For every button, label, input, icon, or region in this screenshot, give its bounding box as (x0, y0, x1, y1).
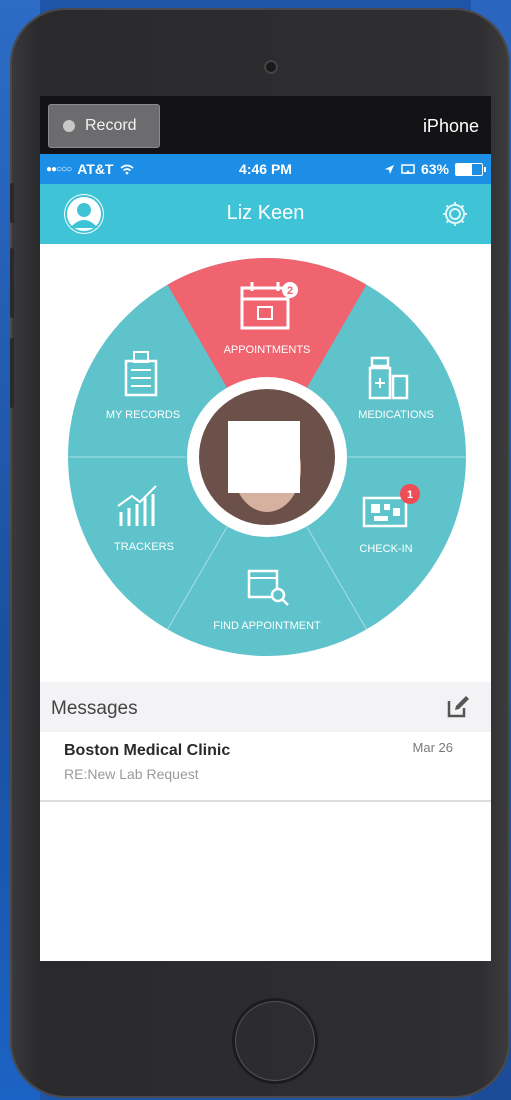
user-name: Liz Keen (226, 202, 305, 224)
app-header: Liz Keen (40, 184, 491, 244)
record-label: Record (85, 117, 137, 134)
my-records-label: MY RECORDS (106, 409, 180, 421)
appointments-badge-count: 2 (287, 285, 293, 297)
trackers-label: TRACKERS (114, 541, 174, 553)
device-name: iPhone (422, 116, 479, 136)
feature-wheel: 2 APPOINTMENTS MEDICATIONS 1 CHECK-IN FI… (68, 258, 466, 656)
message-sender: Boston Medical Clinic (64, 742, 231, 759)
front-camera (264, 60, 278, 74)
message-date: Mar 26 (412, 740, 453, 755)
settings-gear-icon[interactable] (441, 200, 469, 228)
message-preview: RE:New Lab Request (64, 766, 199, 782)
messages-header: Messages (40, 682, 491, 732)
messages-title: Messages (51, 698, 138, 719)
volume-down-button (10, 338, 14, 408)
battery-level (456, 163, 473, 175)
check-in-label: CHECK-IN (359, 543, 412, 555)
find-appointment-label: FIND APPOINTMENT (213, 620, 321, 632)
recorder-toolbar: Record iPhone (40, 96, 491, 154)
screen-mirroring-icon (401, 163, 415, 174)
home-button[interactable] (232, 998, 318, 1084)
check-in-badge-count: 1 (407, 489, 413, 501)
record-button[interactable]: Record (48, 104, 160, 148)
face-redaction-box (228, 421, 300, 493)
app-screen: ●●○○○ AT&T 4:46 PM 63% Liz Keen 2 APPOIN… (40, 154, 491, 961)
battery-percent: 63% (420, 161, 449, 177)
compose-icon[interactable] (445, 694, 471, 720)
status-bar: ●●○○○ AT&T 4:46 PM 63% (40, 154, 491, 184)
medications-label: MEDICATIONS (358, 409, 434, 421)
location-arrow-icon (384, 164, 394, 174)
appointments-label: APPOINTMENTS (224, 344, 311, 356)
volume-up-button (10, 248, 14, 318)
message-list-item[interactable]: Boston Medical Clinic Mar 26 RE:New Lab … (40, 732, 491, 802)
record-icon (63, 120, 75, 132)
battery-icon (455, 162, 486, 176)
mute-switch (10, 183, 14, 223)
